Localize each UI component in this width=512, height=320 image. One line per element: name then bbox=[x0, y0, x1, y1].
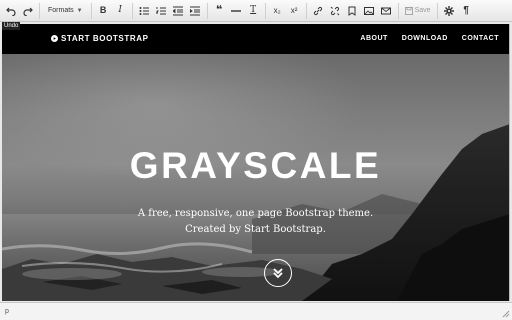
show-blocks-button[interactable]: ¶ bbox=[459, 3, 474, 19]
nav-links: ABOUT DOWNLOAD CONTACT bbox=[346, 35, 499, 42]
undo-button[interactable] bbox=[3, 3, 18, 19]
media-button[interactable] bbox=[379, 3, 394, 19]
superscript-button[interactable]: x² bbox=[287, 3, 302, 19]
editor-content-frame[interactable]: START BOOTSTRAP ABOUT DOWNLOAD CONTACT G… bbox=[2, 24, 510, 301]
undo-tooltip: Undo bbox=[2, 22, 21, 30]
indent-button[interactable] bbox=[188, 3, 203, 19]
image-icon bbox=[364, 6, 375, 15]
toolbar-divider bbox=[39, 2, 40, 19]
numbered-list-button[interactable] bbox=[154, 3, 169, 19]
settings-button[interactable] bbox=[442, 3, 457, 19]
bullet-list-icon bbox=[139, 6, 150, 15]
clear-format-button[interactable]: T bbox=[246, 3, 261, 19]
save-button[interactable]: Save bbox=[402, 3, 434, 19]
hero-title: GRAYSCALE bbox=[129, 145, 382, 186]
horizontal-rule-icon bbox=[231, 9, 242, 12]
horizontal-rule-button[interactable] bbox=[229, 3, 244, 19]
unlink-button[interactable] bbox=[328, 3, 343, 19]
hero-subtitle: A free, responsive, one page Bootstrap t… bbox=[2, 206, 509, 238]
numbered-list-icon bbox=[156, 6, 167, 14]
undo-icon bbox=[5, 7, 16, 16]
play-circle-icon bbox=[51, 35, 58, 42]
bold-button[interactable]: B bbox=[96, 3, 111, 19]
blockquote-button[interactable]: ❝ bbox=[212, 3, 227, 19]
hero-subtitle-line: A free, responsive, one page Bootstrap t… bbox=[137, 208, 374, 219]
hero-section: GRAYSCALE A free, responsive, one page B… bbox=[2, 54, 509, 301]
anchor-button[interactable] bbox=[345, 3, 360, 19]
nav-link-download[interactable]: DOWNLOAD bbox=[402, 35, 448, 42]
save-icon bbox=[404, 6, 413, 15]
editor-toolbar: Formats ▼ B I ❝ T x₂ x² Save ¶ bbox=[0, 0, 512, 22]
image-button[interactable] bbox=[362, 3, 377, 19]
toolbar-divider bbox=[90, 2, 92, 19]
element-path[interactable]: p bbox=[5, 308, 9, 315]
editor-statusbar: p bbox=[0, 302, 512, 320]
site-navbar: START BOOTSTRAP ABOUT DOWNLOAD CONTACT bbox=[2, 24, 509, 54]
scroll-down-button[interactable] bbox=[264, 259, 292, 287]
redo-icon bbox=[22, 7, 33, 16]
gear-icon bbox=[444, 5, 455, 16]
redo-button[interactable] bbox=[20, 3, 35, 19]
toolbar-divider bbox=[305, 2, 307, 19]
bookmark-icon bbox=[348, 6, 356, 16]
unlink-icon bbox=[330, 6, 340, 15]
toolbar-divider bbox=[397, 2, 399, 19]
link-icon bbox=[314, 6, 323, 15]
chevron-down-icon: ▼ bbox=[76, 7, 83, 14]
hero-subtitle-line: Created by Start Bootstrap. bbox=[185, 224, 326, 235]
formats-label: Formats bbox=[48, 7, 74, 14]
bullet-list-button[interactable] bbox=[137, 3, 152, 19]
nav-link-about[interactable]: ABOUT bbox=[360, 35, 387, 42]
nav-link-contact[interactable]: CONTACT bbox=[462, 35, 499, 42]
outdent-button[interactable] bbox=[171, 3, 186, 19]
navbar-brand[interactable]: START BOOTSTRAP bbox=[51, 34, 149, 43]
save-label: Save bbox=[414, 7, 431, 14]
link-button[interactable] bbox=[311, 3, 326, 19]
toolbar-divider bbox=[436, 2, 438, 19]
outdent-icon bbox=[173, 6, 184, 15]
media-icon bbox=[381, 7, 392, 14]
brand-text: START BOOTSTRAP bbox=[61, 34, 149, 43]
resize-handle-icon[interactable] bbox=[502, 310, 510, 318]
toolbar-divider bbox=[131, 2, 133, 19]
formats-dropdown[interactable]: Formats ▼ bbox=[44, 3, 87, 19]
toolbar-divider bbox=[206, 2, 208, 19]
indent-icon bbox=[190, 6, 201, 15]
double-chevron-down-icon bbox=[273, 268, 283, 279]
italic-button[interactable]: I bbox=[113, 3, 128, 19]
toolbar-divider bbox=[264, 2, 266, 19]
subscript-button[interactable]: x₂ bbox=[270, 3, 285, 19]
